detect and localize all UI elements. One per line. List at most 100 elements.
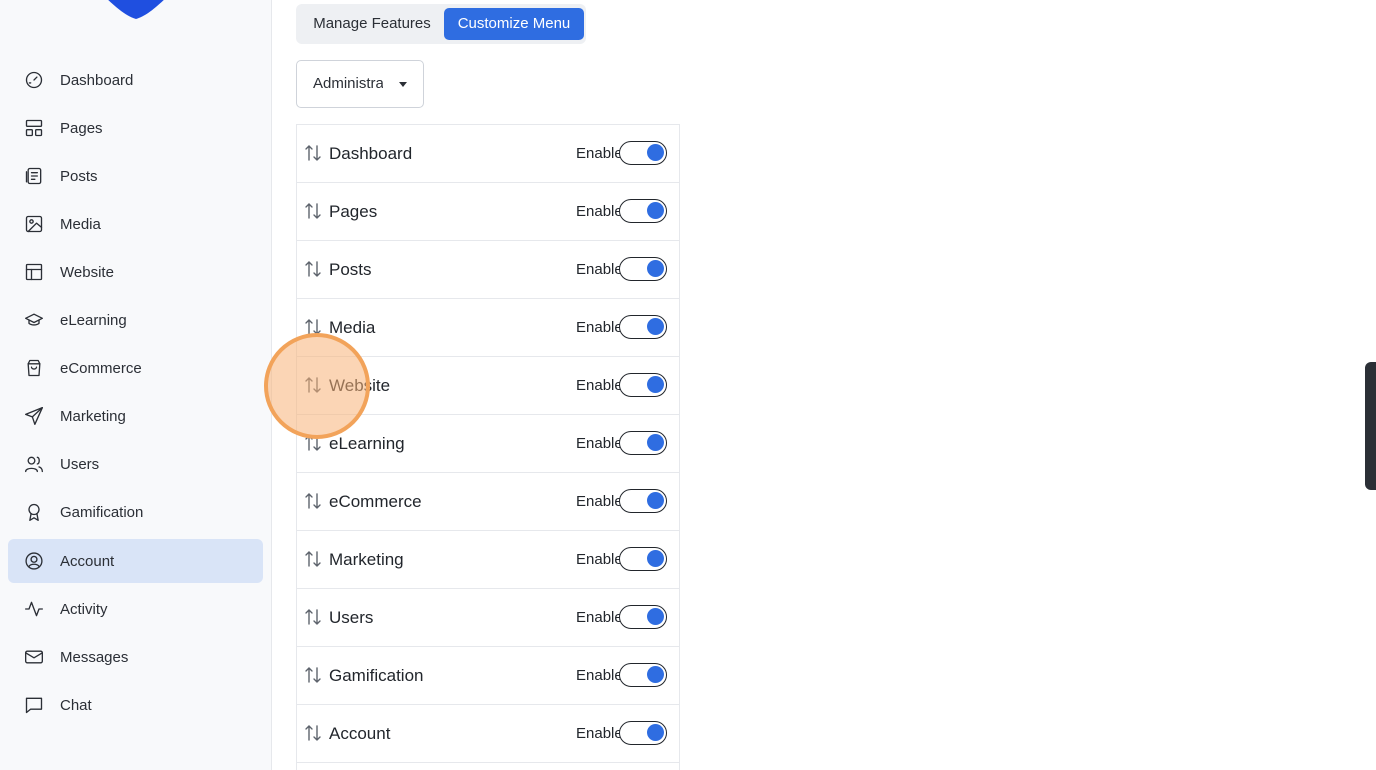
menu-row-label: Account [329,724,391,743]
enable-toggle[interactable] [619,257,667,281]
enable-toggle[interactable] [619,141,667,165]
drag-handle-icon[interactable] [305,492,321,510]
menu-row-gamification: Gamification Enabled [297,647,679,705]
sidebar: Dashboard Pages Posts Media Website eLea… [0,0,272,770]
award-icon [24,502,44,522]
menu-row-label: Posts [329,260,372,279]
menu-row-marketing: Marketing Enabled [297,531,679,589]
menu-row-label: Pages [329,202,378,221]
drag-handle-icon[interactable] [305,260,321,278]
enable-toggle[interactable] [619,431,667,455]
mail-icon [24,647,44,667]
sidebar-item-label: Users [60,455,100,473]
view-tabs: Manage Features Customize Menu [296,4,586,44]
enable-toggle[interactable] [619,315,667,339]
sidebar-item-users[interactable]: Users [8,442,263,486]
menu-row-website: Website Enabled [297,357,679,415]
image-icon [24,214,44,234]
menu-row-status: Enabled [576,319,620,336]
sidebar-item-label: Account [60,552,115,570]
sidebar-item-pages[interactable]: Pages [8,106,263,150]
toggle-knob [647,666,664,683]
toggle-knob [647,550,664,567]
menu-row-status: Enabled [576,551,620,568]
drag-handle-icon[interactable] [305,724,321,742]
drag-handle-icon[interactable] [305,608,321,626]
sidebar-item-dashboard[interactable]: Dashboard [8,58,263,102]
sidebar-item-label: Posts [60,167,98,185]
activity-icon [24,599,44,619]
sidebar-item-chat[interactable]: Chat [8,683,263,727]
toggle-knob [647,144,664,161]
toggle-knob [647,260,664,277]
drag-handle-icon[interactable] [305,550,321,568]
toggle-knob [647,376,664,393]
sidebar-item-label: Website [60,263,114,281]
menu-row-status: Enabled [576,609,620,626]
sidebar-item-account[interactable]: Account [8,539,263,583]
menu-row-status: Enabled [576,435,620,452]
sidebar-item-website[interactable]: Website [8,250,263,294]
drag-handle-icon[interactable] [305,318,321,336]
menu-row-label: Marketing [329,550,404,569]
drag-handle-icon[interactable] [305,666,321,684]
tab-customize-menu[interactable]: Customize Menu [444,8,584,40]
enable-toggle[interactable] [619,663,667,687]
menu-row-elearning: eLearning Enabled [297,415,679,473]
drag-handle-icon[interactable] [305,434,321,452]
toggle-knob [647,434,664,451]
chat-icon [24,695,44,715]
menu-row-status: Enabled [576,493,620,510]
sidebar-item-media[interactable]: Media [8,202,263,246]
brand-shield-logo [108,0,164,19]
tab-manage-features[interactable]: Manage Features [300,8,444,40]
menu-row-ecommerce: eCommerce Enabled [297,473,679,531]
toggle-knob [647,724,664,741]
paper-plane-icon [24,406,44,426]
drag-handle-icon[interactable] [305,144,321,162]
side-panel-handle[interactable] [1365,362,1376,490]
menu-row-label: eLearning [329,434,405,453]
menu-row-label: Users [329,608,374,627]
drag-handle-icon[interactable] [305,376,321,394]
gauge-icon [24,70,44,90]
role-select[interactable]: Administrator [296,60,424,108]
menu-row-status: Enabled [576,203,620,220]
enable-toggle[interactable] [619,199,667,223]
sidebar-item-label: Media [60,215,101,233]
menu-row-account: Account Enabled [297,705,679,763]
user-circle-icon [24,551,44,571]
menu-row-status: Enabled [576,261,620,278]
sidebar-item-messages[interactable]: Messages [8,635,263,679]
toggle-knob [647,608,664,625]
drag-handle-icon[interactable] [305,202,321,220]
sidebar-item-activity[interactable]: Activity [8,587,263,631]
sidebar-item-elearning[interactable]: eLearning [8,298,263,342]
menu-row-status: Enabled [576,145,620,162]
sidebar-item-label: Activity [60,600,108,618]
menu-row-posts: Posts Enabled [297,241,679,299]
shopping-bag-icon [24,358,44,378]
enable-toggle[interactable] [619,721,667,745]
window-icon [24,262,44,282]
enable-toggle[interactable] [619,489,667,513]
menu-row-label: Website [329,376,391,395]
sidebar-item-marketing[interactable]: Marketing [8,394,263,438]
menu-row-status: Enabled [576,725,620,742]
sidebar-item-ecommerce[interactable]: eCommerce [8,346,263,390]
toggle-knob [647,202,664,219]
menu-order-list: Dashboard Enabled Pages Enabled Posts En… [296,124,680,770]
sidebar-item-gamification[interactable]: Gamification [8,490,263,534]
caret-down-icon [399,82,407,87]
sidebar-item-label: Messages [60,648,129,666]
sidebar-item-label: Dashboard [60,71,134,89]
sidebar-item-label: eLearning [60,311,127,329]
menu-row-status: Enabled [576,667,620,684]
menu-row-dashboard: Dashboard Enabled [297,125,679,183]
sidebar-item-posts[interactable]: Posts [8,154,263,198]
sidebar-item-label: Pages [60,119,103,137]
enable-toggle[interactable] [619,547,667,571]
enable-toggle[interactable] [619,373,667,397]
enable-toggle[interactable] [619,605,667,629]
layout-icon [24,118,44,138]
